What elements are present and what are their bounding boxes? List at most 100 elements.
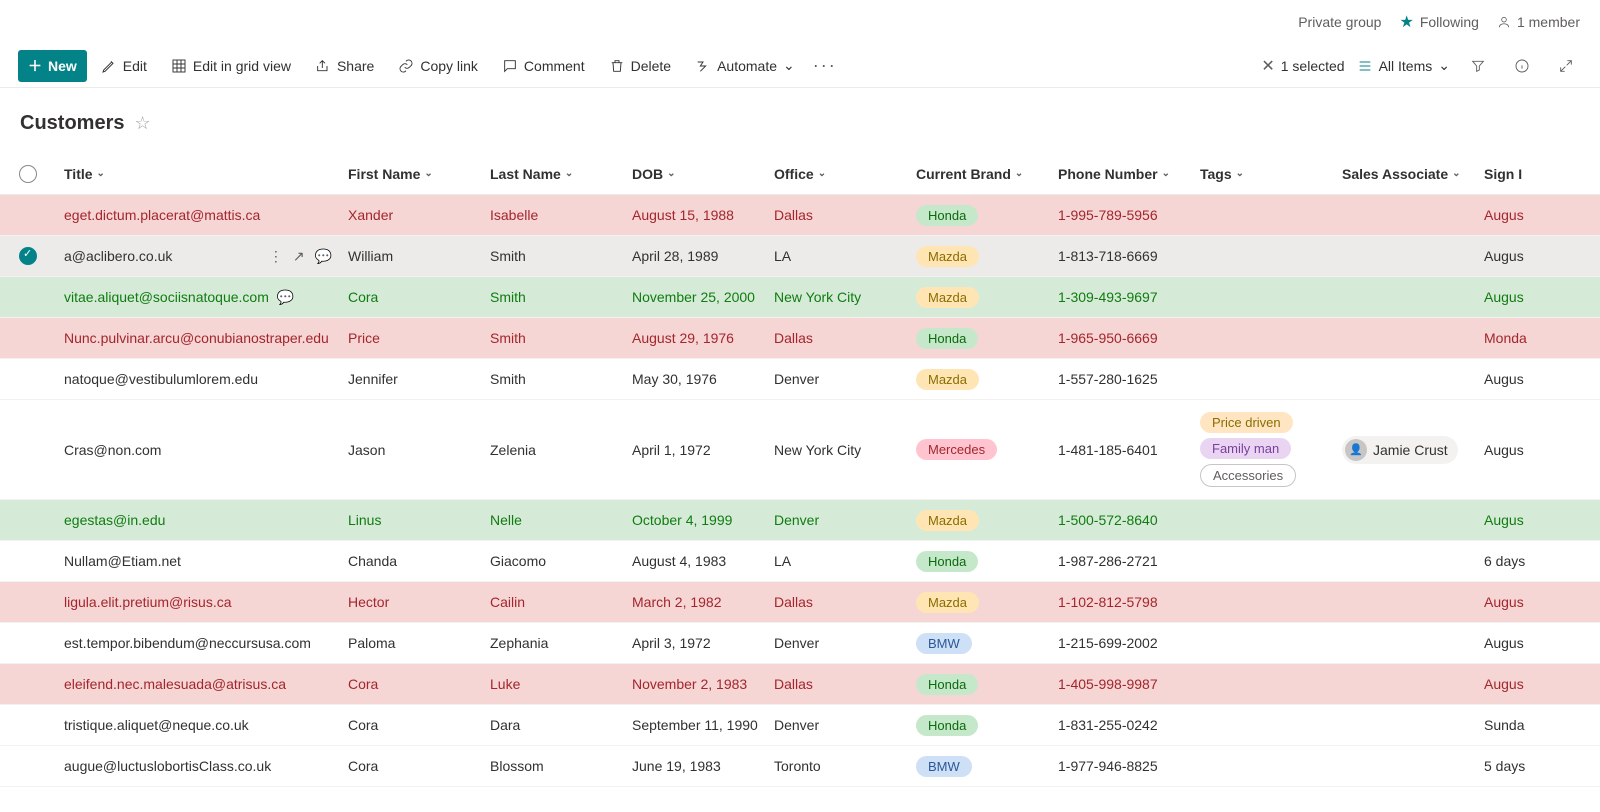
table-row[interactable]: Nullam@Etiam.netChandaGiacomoAugust 4, 1… [0, 541, 1600, 582]
tags-cell [1192, 334, 1334, 342]
more-button[interactable]: ··· [809, 50, 841, 82]
row-more-icon[interactable]: ⋮ [269, 248, 283, 265]
phone-cell: 1-995-789-5956 [1050, 207, 1192, 223]
office-cell: LA [766, 553, 908, 569]
col-current-brand[interactable]: Current Brand⌄ [908, 166, 1050, 182]
row-share-icon[interactable]: ↗ [293, 248, 305, 265]
col-sales-associate[interactable]: Sales Associate⌄ ↖ [1334, 166, 1476, 182]
table-row[interactable]: vitae.aliquet@sociisnatoque.com💬CoraSmit… [0, 277, 1600, 318]
phone-cell: 1-557-280-1625 [1050, 371, 1192, 387]
table-row[interactable]: egestas@in.eduLinusNelleOctober 4, 1999D… [0, 500, 1600, 541]
following-button[interactable]: ★ Following [1399, 12, 1478, 32]
title-cell[interactable]: Nunc.pulvinar.arcu@conubianostraper.edu [56, 330, 340, 346]
tag-pill[interactable]: Accessories [1200, 464, 1296, 487]
brand-pill: Mercedes [916, 439, 997, 460]
col-title[interactable]: Title⌄ [56, 166, 340, 182]
title-cell[interactable]: ligula.elit.pretium@risus.ca [56, 594, 340, 610]
table-row[interactable]: est.tempor.bibendum@neccursusa.comPaloma… [0, 623, 1600, 664]
delete-button[interactable]: Delete [599, 52, 681, 80]
share-label: Share [337, 58, 374, 74]
last-cell: Smith [482, 289, 624, 305]
tags-cell [1192, 639, 1334, 647]
plus-icon: ＋ [28, 56, 42, 76]
automate-button[interactable]: Automate ⌄ [685, 51, 805, 80]
title-cell[interactable]: tristique.aliquet@neque.co.uk [56, 717, 340, 733]
office-cell: Denver [766, 717, 908, 733]
command-bar: ＋ New Edit Edit in grid view Share Copy … [0, 44, 1600, 88]
new-button[interactable]: ＋ New [18, 50, 87, 82]
table-row[interactable]: natoque@vestibulumlorem.eduJenniferSmith… [0, 359, 1600, 400]
tag-pill[interactable]: Family man [1200, 438, 1291, 459]
title-cell[interactable]: vitae.aliquet@sociisnatoque.com💬 [56, 289, 340, 306]
members-button[interactable]: 1 member [1497, 14, 1580, 30]
brand-pill: BMW [916, 633, 972, 654]
title-cell[interactable]: eget.dictum.placerat@mattis.ca [56, 207, 340, 223]
title-cell[interactable]: eleifend.nec.malesuada@atrisus.ca [56, 676, 340, 692]
col-tags[interactable]: Tags⌄ [1192, 166, 1334, 182]
title-cell[interactable]: egestas@in.edu [56, 512, 340, 528]
share-button[interactable]: Share [305, 52, 384, 80]
table-row[interactable]: eleifend.nec.malesuada@atrisus.caCoraLuk… [0, 664, 1600, 705]
edit-grid-button[interactable]: Edit in grid view [161, 52, 301, 80]
table-row[interactable]: Cras@non.comJasonZeleniaApril 1, 1972New… [0, 400, 1600, 500]
filter-button[interactable] [1462, 50, 1494, 82]
col-last-name[interactable]: Last Name⌄ [482, 166, 624, 182]
tags-cell [1192, 598, 1334, 606]
phone-cell: 1-965-950-6669 [1050, 330, 1192, 346]
last-cell: Cailin [482, 594, 624, 610]
title-cell[interactable]: Nullam@Etiam.net [56, 553, 340, 569]
brand-pill: Mazda [916, 246, 979, 267]
first-cell: Linus [340, 512, 482, 528]
copy-link-button[interactable]: Copy link [388, 52, 488, 80]
row-comment-icon[interactable]: 💬 [315, 248, 332, 265]
first-cell: Hector [340, 594, 482, 610]
select-all[interactable] [0, 165, 56, 183]
col-phone[interactable]: Phone Number⌄ [1050, 166, 1192, 182]
office-cell: New York City [766, 442, 908, 458]
table-row[interactable]: a@aclibero.co.uk⋮↗💬WilliamSmithApril 28,… [0, 236, 1600, 277]
title-cell[interactable]: natoque@vestibulumlorem.edu [56, 371, 340, 387]
new-label: New [48, 58, 77, 74]
expand-button[interactable] [1550, 50, 1582, 82]
close-icon[interactable]: ✕ [1261, 56, 1274, 76]
phone-cell: 1-977-946-8825 [1050, 758, 1192, 774]
table-row[interactable]: tristique.aliquet@neque.co.ukCoraDaraSep… [0, 705, 1600, 746]
table-row[interactable]: Nunc.pulvinar.arcu@conubianostraper.eduP… [0, 318, 1600, 359]
comment-indicator-icon[interactable]: 💬 [277, 289, 294, 306]
sign-cell: Augus [1476, 289, 1600, 305]
first-cell: Chanda [340, 553, 482, 569]
col-sign[interactable]: Sign I [1476, 166, 1600, 182]
table-row[interactable]: augue@luctuslobortisClass.co.ukCoraBloss… [0, 746, 1600, 787]
office-cell: Denver [766, 512, 908, 528]
edit-button[interactable]: Edit [91, 52, 157, 80]
table-row[interactable]: eget.dictum.placerat@mattis.caXanderIsab… [0, 195, 1600, 236]
col-first-name[interactable]: First Name⌄ [340, 166, 482, 182]
info-button[interactable] [1506, 50, 1538, 82]
title-cell[interactable]: est.tempor.bibendum@neccursusa.com [56, 635, 340, 651]
favorite-star-icon[interactable]: ☆ [134, 113, 150, 134]
col-dob[interactable]: DOB⌄ [624, 166, 766, 182]
view-selector[interactable]: All Items ⌄ [1357, 57, 1450, 74]
row-checkbox[interactable] [19, 247, 37, 265]
sign-cell: Augus [1476, 635, 1600, 651]
first-cell: William [340, 248, 482, 264]
grid-icon [171, 58, 187, 74]
table-row[interactable]: ligula.elit.pretium@risus.caHectorCailin… [0, 582, 1600, 623]
col-office[interactable]: Office⌄ [766, 166, 908, 182]
tag-pill[interactable]: Price driven [1200, 412, 1293, 433]
comment-icon [502, 58, 518, 74]
title-cell[interactable]: Cras@non.com [56, 442, 340, 458]
dob-cell: June 19, 1983 [624, 758, 766, 774]
title-cell[interactable]: a@aclibero.co.uk⋮↗💬 [56, 248, 340, 265]
comment-button[interactable]: Comment [492, 52, 595, 80]
phone-cell: 1-215-699-2002 [1050, 635, 1192, 651]
associate-pill[interactable]: 👤Jamie Crust [1342, 436, 1458, 464]
brand-pill: Mazda [916, 592, 979, 613]
tags-cell [1192, 762, 1334, 770]
sign-cell: 6 days [1476, 553, 1600, 569]
selected-indicator[interactable]: ✕ 1 selected [1261, 56, 1344, 76]
dob-cell: November 2, 1983 [624, 676, 766, 692]
automate-label: Automate [717, 58, 777, 74]
title-cell[interactable]: augue@luctuslobortisClass.co.uk [56, 758, 340, 774]
phone-cell: 1-309-493-9697 [1050, 289, 1192, 305]
